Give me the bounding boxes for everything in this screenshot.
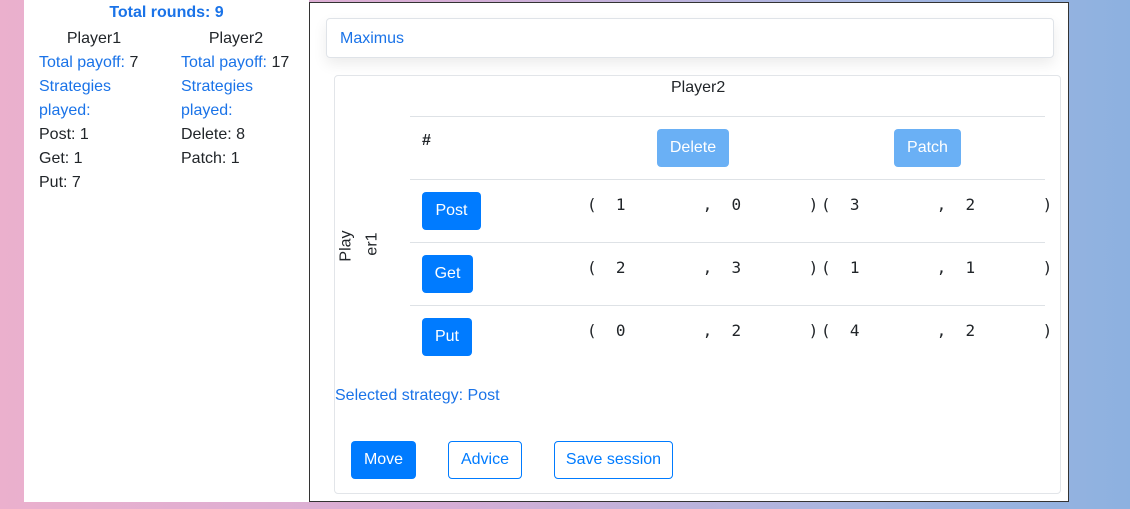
payoff-cell: ( 2 , 3 ) (587, 258, 819, 277)
player1-payoff-label: Total payoff: (39, 54, 125, 71)
player2-payoff-label: Total payoff: (181, 54, 267, 71)
player2-payoff: Total payoff: 17 (181, 51, 306, 75)
payoff-value: 0 (731, 195, 742, 214)
matrix-corner-header: # (422, 132, 431, 149)
row-strategy-post[interactable]: Post (422, 192, 481, 230)
payoff-value: 3 (731, 258, 742, 277)
selected-strategy: Selected strategy: Post (335, 387, 500, 404)
payoff-value: 2 (615, 258, 626, 277)
player1-payoff: Total payoff: 7 (39, 51, 169, 75)
game-name-bar[interactable]: Maximus (326, 18, 1054, 58)
player2-summary: Player2 Total payoff: 17 Strategies play… (181, 27, 306, 171)
player1-strategy-item: Get: 1 (39, 150, 83, 167)
row-strategy-put[interactable]: Put (422, 318, 472, 356)
payoff-value: 2 (965, 321, 976, 340)
payoff-value: 4 (849, 321, 860, 340)
player2-strategies-label: Strategies (181, 78, 254, 95)
payoff-value: 3 (849, 195, 860, 214)
payoff-cell: ( 1 , 1 ) (821, 258, 1053, 277)
move-button[interactable]: Move (351, 441, 416, 479)
player1-name: Player1 (66, 30, 122, 47)
payoff-cell: ( 4 , 2 ) (821, 321, 1053, 340)
payoff-value: 0 (615, 321, 626, 340)
total-rounds: Total rounds: 9 (109, 4, 224, 21)
divider (410, 242, 1045, 243)
divider (410, 179, 1045, 180)
player2-strategy-item: Patch: 1 (181, 150, 240, 167)
divider (410, 305, 1045, 306)
summary-panel: Total rounds: 9 Player1 Total payoff: 7 … (24, 0, 309, 502)
player1-strategies-label-2: played: (39, 102, 91, 119)
divider (410, 116, 1045, 117)
advice-button[interactable]: Advice (448, 441, 522, 479)
player2-strategy-item: Delete: 8 (181, 126, 246, 143)
column-strategy-patch[interactable]: Patch (894, 129, 961, 167)
payoff-value: 1 (615, 195, 626, 214)
payoff-value: 1 (849, 258, 860, 277)
payoff-value: 2 (965, 195, 976, 214)
player2-payoff-value: 17 (271, 54, 290, 71)
row-strategy-get[interactable]: Get (422, 255, 473, 293)
payoff-matrix-card: Player2 Play er1 # Delete Patch Post ( 1… (334, 75, 1061, 494)
row-player-label-part2: er1 (363, 232, 381, 256)
game-panel: Maximus Player2 Play er1 # Delete Patch … (309, 2, 1069, 502)
payoff-value: 1 (965, 258, 976, 277)
game-name[interactable]: Maximus (340, 30, 404, 48)
column-strategy-delete[interactable]: Delete (657, 129, 729, 167)
player1-strategies-label: Strategies (39, 78, 112, 95)
player1-payoff-value: 7 (129, 54, 139, 71)
payoff-cell: ( 0 , 2 ) (587, 321, 819, 340)
save-session-button[interactable]: Save session (554, 441, 673, 479)
payoff-cell: ( 3 , 2 ) (821, 195, 1053, 214)
player2-name: Player2 (208, 30, 264, 47)
payoff-value: 2 (731, 321, 742, 340)
row-player-label-part1: Play (337, 230, 355, 262)
player1-summary: Player1 Total payoff: 7 Strategies playe… (39, 27, 169, 195)
payoff-cell: ( 1 , 0 ) (587, 195, 819, 214)
player1-strategy-item: Post: 1 (39, 126, 89, 143)
column-player-label: Player2 (671, 79, 726, 96)
player1-strategy-item: Put: 7 (39, 174, 81, 191)
player2-strategies-label-2: played: (181, 102, 233, 119)
